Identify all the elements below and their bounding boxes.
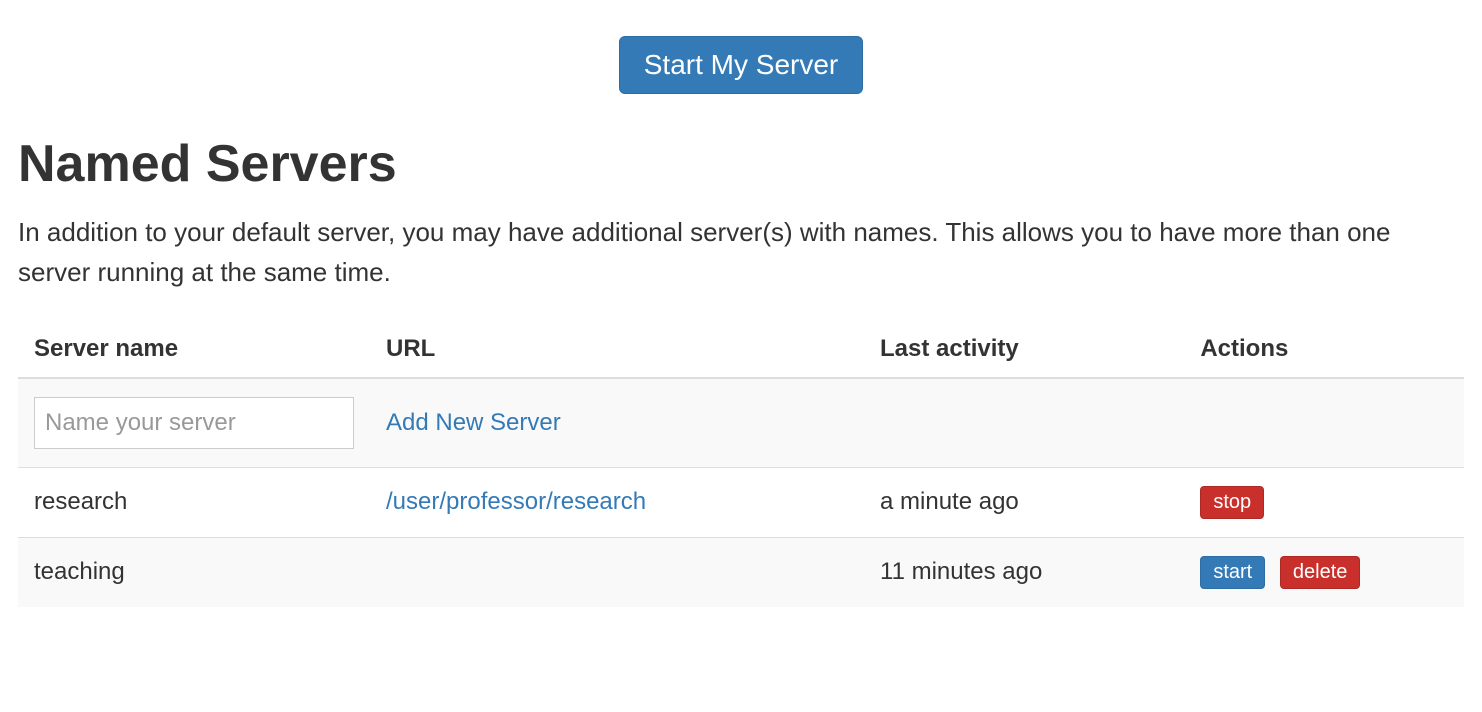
server-name-cell: teaching [18,537,370,607]
delete-button[interactable]: delete [1280,556,1361,589]
col-header-name: Server name [18,321,370,378]
page-title: Named Servers [18,134,1464,194]
col-header-actions: Actions [1184,321,1464,378]
stop-button[interactable]: stop [1200,486,1264,519]
col-header-last: Last activity [864,321,1184,378]
page-description: In addition to your default server, you … [18,212,1464,293]
add-new-server-link[interactable]: Add New Server [386,409,561,436]
server-last-activity: 11 minutes ago [864,537,1184,607]
top-button-wrap: Start My Server [18,36,1464,94]
table-row: teaching 11 minutes ago start delete [18,537,1464,607]
table-row: research /user/professor/research a minu… [18,467,1464,537]
col-header-url: URL [370,321,864,378]
table-header-row: Server name URL Last activity Actions [18,321,1464,378]
server-name-cell: research [18,467,370,537]
new-server-name-input[interactable] [34,397,354,449]
server-url-link[interactable]: /user/professor/research [386,488,646,515]
servers-table: Server name URL Last activity Actions Ad… [18,321,1464,607]
server-last-activity: a minute ago [864,467,1184,537]
start-my-server-button[interactable]: Start My Server [619,36,863,94]
new-server-row: Add New Server [18,378,1464,468]
start-button[interactable]: start [1200,556,1265,589]
